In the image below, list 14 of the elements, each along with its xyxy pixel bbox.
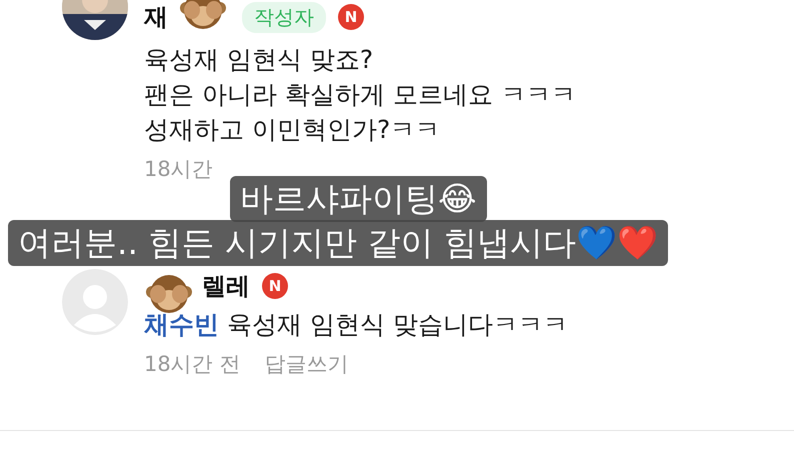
new-badge: N bbox=[262, 273, 288, 299]
author-name[interactable]: 렐레 bbox=[202, 270, 250, 302]
comment-text: 팬은 아니라 확실하게 모르네요 ㅋㅋㅋ bbox=[144, 79, 576, 111]
comment-text: 채수빈 육성재 임현식 맞습니다ㅋㅋㅋ bbox=[144, 309, 568, 341]
caption-text: 바르샤파이팅😂 bbox=[230, 176, 487, 222]
author-badge: 작성자 bbox=[242, 2, 326, 32]
new-badge: N bbox=[338, 4, 364, 30]
comment-time: 18시간 bbox=[144, 156, 213, 183]
caption-text: 여러분.. 힘든 시기지만 같이 힘냅시다💙❤ bbox=[8, 220, 668, 266]
monkey-icon bbox=[180, 0, 226, 32]
comment-text: 육성재 임현식 맞죠? bbox=[144, 44, 374, 76]
author-name[interactable]: 재 bbox=[144, 1, 168, 33]
comment-text: 성재하고 이민혁인가?ㅋㅋ bbox=[144, 114, 442, 146]
comment-time: 18시간 전 bbox=[144, 351, 240, 378]
